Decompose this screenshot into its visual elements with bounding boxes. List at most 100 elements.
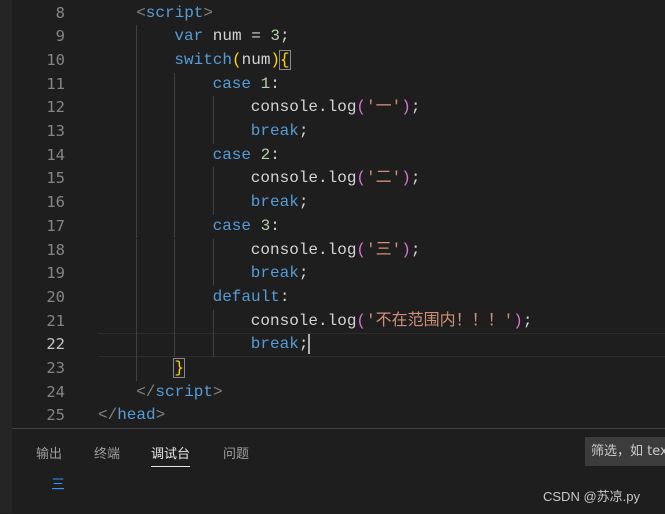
code-line[interactable]: 25 </head> [12, 404, 665, 428]
token-b2: ) [513, 311, 523, 330]
indent-guide [174, 285, 176, 310]
token-str: '二' [366, 169, 402, 188]
token-kw: break [250, 193, 299, 212]
indent-guide [136, 96, 138, 120]
token-txt: num = [203, 27, 271, 46]
code-line[interactable]: 8 <script> [12, 2, 665, 26]
code-line[interactable]: 10 switch(num){ [12, 48, 665, 73]
line-number: 16 [46, 193, 65, 212]
indent-guide [174, 262, 176, 286]
code-editor[interactable]: 8 <script> 9 var num = 3; 10 switch(num){11 ca… [12, 0, 665, 428]
token-fn: console.log [250, 98, 357, 117]
indent-guide [136, 357, 138, 381]
token-kw: break [250, 122, 299, 140]
token-fn: console.log [250, 240, 357, 259]
token-txt: ; [298, 335, 309, 354]
code-line[interactable]: 21 console.log('不在范围内！！！'); [12, 309, 665, 334]
filter-input[interactable]: 筛选，如 text [585, 437, 665, 466]
token-txt: : [270, 145, 280, 164]
token-b1: ( [232, 50, 242, 69]
token-num: 3 [270, 27, 281, 46]
indent-guide [136, 285, 138, 310]
indent-guide [212, 238, 214, 263]
indent-guide [174, 238, 176, 263]
token-kw: case [212, 145, 251, 164]
code-text: console.log('二'); [251, 167, 421, 191]
line-number: 17 [46, 216, 65, 235]
code-line[interactable]: 9 var num = 3; [12, 25, 665, 49]
indent-guide [174, 309, 176, 334]
indent-guide [174, 96, 176, 120]
code-text: break; [251, 262, 309, 286]
tab-problems[interactable]: 问题 [223, 443, 249, 462]
line-number: 13 [46, 122, 65, 140]
indent-guide [212, 333, 214, 357]
code-text: break; [251, 333, 311, 357]
code-text: default: [213, 286, 290, 310]
token-b1m: } [173, 358, 185, 378]
token-str: '不在范围内！！！' [366, 311, 514, 330]
token-txt: : [270, 216, 280, 235]
code-line[interactable]: 24 </script> [12, 381, 665, 405]
tab-debug-console[interactable]: 调试台 [151, 443, 191, 467]
token-txt: ; [410, 169, 421, 188]
code-line[interactable]: 18 console.log('三'); [12, 238, 665, 263]
token-tn: script [145, 3, 204, 22]
code-line[interactable]: 16 break; [12, 191, 665, 215]
token-kw: case [212, 216, 251, 235]
activity-bar-edge [0, 0, 12, 513]
line-number: 11 [46, 74, 65, 93]
token-fn: console.log [250, 169, 357, 188]
indent-guide [136, 238, 138, 263]
token-b2: ) [401, 240, 411, 259]
token-kw: var [174, 27, 204, 46]
current-line-highlight [98, 333, 665, 358]
code-text: </script> [136, 381, 222, 405]
indent-guide [136, 143, 138, 168]
code-text: case 1: [213, 73, 280, 97]
line-number: 8 [55, 3, 65, 22]
code-line[interactable]: 22 break; [12, 333, 665, 358]
tab-output[interactable]: 输出 [36, 443, 62, 462]
token-b2: ) [401, 98, 411, 117]
code-text: console.log('三'); [251, 239, 421, 263]
code-line[interactable]: 20 default: [12, 285, 665, 310]
indent-guide [136, 333, 138, 357]
code-line[interactable]: 12 console.log('一'); [12, 96, 665, 120]
token-tag: </ [98, 406, 118, 425]
token-b2: ( [356, 98, 367, 117]
token-tag: > [155, 406, 166, 425]
indent-guide [212, 96, 214, 120]
indent-guide [136, 25, 138, 49]
token-tag: </ [136, 382, 156, 401]
token-txt: ; [410, 98, 421, 117]
indent-guide [174, 120, 176, 144]
line-number: 19 [46, 264, 65, 283]
token-str: '一' [366, 98, 402, 117]
code-line[interactable]: 23} [12, 357, 665, 381]
tab-terminal[interactable]: 终端 [94, 443, 120, 462]
line-number: 18 [46, 240, 65, 259]
code-text: break; [251, 191, 309, 215]
token-b1: ) [270, 50, 281, 69]
indent-guide [136, 214, 138, 239]
token-tag: > [203, 3, 214, 22]
indent-guide [136, 167, 138, 192]
code-line[interactable]: 15 console.log('二'); [12, 167, 665, 192]
code-line[interactable]: 17 case 3: [12, 214, 665, 239]
indent-guide [212, 309, 214, 334]
token-txt: : [279, 287, 290, 306]
indent-guide [174, 167, 176, 192]
code-line[interactable]: 11 case 1: [12, 72, 665, 97]
code-text: </head> [98, 404, 165, 428]
indent-guide [212, 167, 214, 192]
code-text: console.log('一'); [251, 96, 421, 120]
code-line[interactable]: 13 break; [12, 120, 665, 144]
code-line[interactable]: 14 case 2: [12, 143, 665, 168]
token-txt: : [270, 74, 280, 93]
code-text: var num = 3; [174, 25, 289, 49]
token-num: 1 [260, 74, 271, 93]
bottom-panel: 输出 终端 调试台 问题 筛选，如 text 三 CSDN @苏凉.py [12, 428, 665, 514]
indent-guide [174, 191, 176, 215]
code-line[interactable]: 19 break; [12, 262, 665, 286]
